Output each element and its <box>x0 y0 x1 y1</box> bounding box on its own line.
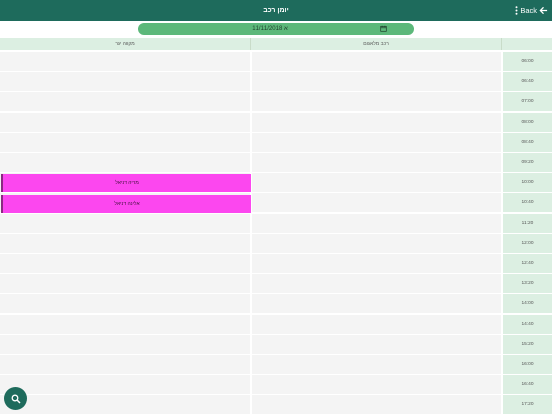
selected-date: 11/11/2018 א <box>252 26 288 32</box>
slot-cell[interactable] <box>0 213 250 233</box>
booking-event[interactable]: אלינה דניאל <box>1 195 251 213</box>
more-vertical-icon <box>515 6 517 15</box>
slot-cell[interactable] <box>252 294 501 314</box>
slot-cell[interactable] <box>0 153 250 172</box>
time-label: 09:20 <box>503 153 552 172</box>
time-label: 12:00 <box>503 233 552 253</box>
column-header-2: רכב מלאגום <box>251 38 502 50</box>
time-slot-row: 12:40 <box>0 254 552 274</box>
slot-cell[interactable] <box>0 274 250 294</box>
time-label: 08:00 <box>503 112 552 132</box>
time-slot-row: 14:00 <box>0 294 552 314</box>
calendar-icon <box>380 25 387 32</box>
time-label: 08:40 <box>503 132 552 152</box>
column-header-1: מקווה יגר <box>0 38 251 50</box>
slot-cell[interactable] <box>252 92 501 112</box>
slot-cell[interactable] <box>0 375 250 395</box>
time-label: 16:40 <box>503 375 552 395</box>
date-selector[interactable]: 11/11/2018 א <box>138 23 414 35</box>
slot-cell[interactable] <box>0 395 250 415</box>
time-label: 10:40 <box>503 193 552 213</box>
slot-cell[interactable] <box>0 314 250 334</box>
slot-cell[interactable] <box>0 233 250 253</box>
slot-cell[interactable] <box>252 213 501 233</box>
time-slot-row: 08:00 <box>0 112 552 133</box>
slot-cell[interactable] <box>0 92 250 112</box>
slot-cell[interactable] <box>252 173 501 193</box>
event-label: אלינה דניאל <box>114 201 140 207</box>
time-label: 14:00 <box>503 294 552 314</box>
time-label: 14:40 <box>503 314 552 334</box>
time-slot-row: 08:40 <box>0 132 552 153</box>
slot-cell[interactable] <box>252 355 501 374</box>
time-slot-row: 16:40 <box>0 375 552 395</box>
slot-cell[interactable] <box>0 254 250 273</box>
slot-cell[interactable] <box>0 334 250 354</box>
time-label: 10:00 <box>503 173 552 193</box>
slot-cell[interactable] <box>252 395 501 415</box>
time-label: 17:20 <box>503 395 552 415</box>
slot-cell[interactable] <box>252 153 501 172</box>
slot-cell[interactable] <box>252 375 501 395</box>
booking-event[interactable]: מריה דניאל <box>1 174 251 192</box>
slot-cell[interactable] <box>252 132 501 152</box>
time-column-header <box>502 38 552 50</box>
slot-cell[interactable] <box>252 334 501 354</box>
time-label: 07:00 <box>503 92 552 112</box>
time-label: 13:20 <box>503 274 552 294</box>
slot-cell[interactable] <box>0 52 250 71</box>
slot-cell[interactable] <box>0 132 250 152</box>
slot-cell[interactable] <box>252 314 501 334</box>
slot-cell[interactable] <box>252 112 501 132</box>
time-slot-row: 16:00 <box>0 355 552 375</box>
slot-cell[interactable] <box>0 355 250 374</box>
time-slot-row: 06:40 <box>0 72 552 92</box>
time-label: 06:40 <box>503 72 552 92</box>
time-label: 16:00 <box>503 355 552 374</box>
slot-cell[interactable] <box>0 72 250 92</box>
back-button[interactable]: Back <box>520 0 548 21</box>
time-slot-row: 07:00 <box>0 92 552 112</box>
event-label: מריה דניאל <box>115 180 139 186</box>
more-menu-button[interactable] <box>513 0 519 21</box>
time-slot-row: 09:20 <box>0 153 552 173</box>
time-slot-row: 15:20 <box>0 334 552 355</box>
slot-cell[interactable] <box>0 112 250 132</box>
search-icon <box>11 394 21 404</box>
time-slot-row: 06:00 <box>0 52 552 72</box>
time-label: 11:20 <box>503 213 552 233</box>
page-title: יומן רכב <box>263 7 289 14</box>
time-slot-row: 13:20 <box>0 274 552 294</box>
slot-cell[interactable] <box>252 233 501 253</box>
slot-cell[interactable] <box>252 72 501 92</box>
time-slot-row: 12:00 <box>0 233 552 254</box>
slot-cell[interactable] <box>252 52 501 71</box>
time-slot-row: 11:20 <box>0 213 552 234</box>
slot-cell[interactable] <box>252 274 501 294</box>
back-label: Back <box>520 6 537 15</box>
search-button[interactable] <box>4 387 27 410</box>
slot-cell[interactable] <box>252 193 501 213</box>
time-label: 06:00 <box>503 52 552 71</box>
slot-cell[interactable] <box>0 294 250 314</box>
app-toolbar: יומן רכב Back <box>0 0 552 21</box>
time-label: 12:40 <box>503 254 552 273</box>
time-slot-row: 17:20 <box>0 395 552 415</box>
time-label: 15:20 <box>503 334 552 354</box>
time-slot-row: 14:40 <box>0 314 552 335</box>
arrow-left-icon <box>539 6 548 15</box>
slot-cell[interactable] <box>252 254 501 273</box>
